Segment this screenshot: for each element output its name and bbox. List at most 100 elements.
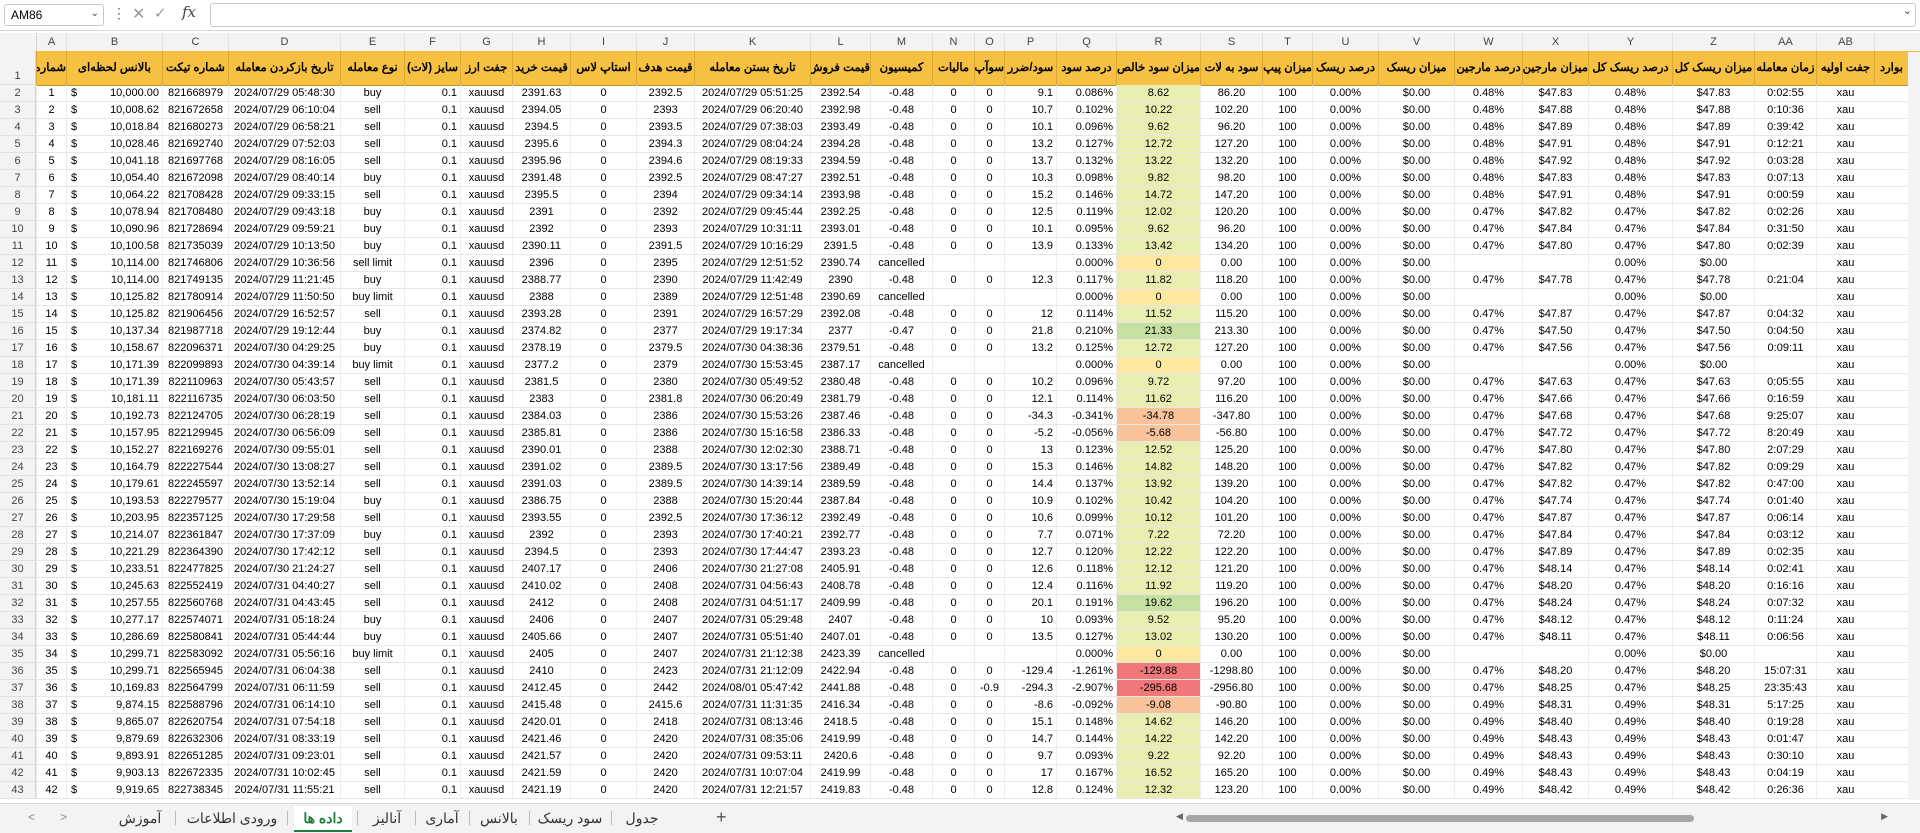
- table-cell[interactable]: 0.00%: [1312, 442, 1378, 458]
- table-cell[interactable]: 2024/07/31 08:35:06: [694, 731, 810, 747]
- table-cell[interactable]: 0.1: [404, 782, 460, 798]
- table-cell[interactable]: 0.146%: [1056, 187, 1116, 203]
- table-cell[interactable]: $47.83: [1672, 85, 1754, 101]
- table-cell[interactable]: -0.48: [870, 408, 932, 424]
- table-cell[interactable]: 2418.5: [810, 714, 870, 730]
- table-cell[interactable]: 0.133%: [1056, 238, 1116, 254]
- table-cell[interactable]: 0.116%: [1056, 578, 1116, 594]
- table-cell[interactable]: 0.00%: [1312, 170, 1378, 186]
- table-cell[interactable]: 2392.5: [636, 170, 694, 186]
- header-cell[interactable]: زمان معامله: [1754, 51, 1816, 85]
- table-cell[interactable]: 0.1: [404, 442, 460, 458]
- table-cell[interactable]: 0.132%: [1056, 153, 1116, 169]
- table-cell[interactable]: xau: [1816, 306, 1874, 322]
- table-cell[interactable]: 0.47%: [1588, 272, 1672, 288]
- table-cell[interactable]: $47.82: [1522, 459, 1588, 475]
- table-cell[interactable]: xau: [1816, 238, 1874, 254]
- table-cell[interactable]: 100: [1262, 442, 1312, 458]
- table-cell[interactable]: 0: [974, 102, 1004, 118]
- table-cell[interactable]: 13.5: [1004, 629, 1056, 645]
- table-cell[interactable]: 2024/07/31 06:04:38: [228, 663, 340, 679]
- table-cell[interactable]: 0: [570, 527, 636, 543]
- table-cell[interactable]: $47.63: [1672, 374, 1754, 390]
- sheet-tab[interactable]: آماری: [420, 806, 464, 830]
- table-cell[interactable]: 0.47%: [1588, 612, 1672, 628]
- table-cell[interactable]: 0.47%: [1588, 374, 1672, 390]
- table-cell[interactable]: 100: [1262, 731, 1312, 747]
- table-cell[interactable]: buy: [340, 170, 404, 186]
- table-cell[interactable]: 0.47%: [1588, 221, 1672, 237]
- table-cell[interactable]: 12.02: [1116, 204, 1200, 220]
- table-cell[interactable]: 2380.48: [810, 374, 870, 390]
- table-cell[interactable]: 2391: [636, 306, 694, 322]
- table-cell[interactable]: $47.89: [1672, 119, 1754, 135]
- sheet-tab[interactable]: سود ریسک: [534, 806, 606, 830]
- table-cell[interactable]: -0.48: [870, 544, 932, 560]
- table-cell[interactable]: xau: [1816, 119, 1874, 135]
- table-cell[interactable]: $0.00: [1378, 272, 1454, 288]
- table-cell[interactable]: -295.68: [1116, 680, 1200, 696]
- table-cell[interactable]: 0: [974, 306, 1004, 322]
- table-cell[interactable]: 21.33: [1116, 323, 1200, 339]
- plus-icon[interactable]: +: [716, 807, 727, 828]
- column-header-ab[interactable]: AB: [1816, 33, 1874, 51]
- table-cell[interactable]: 0: [570, 136, 636, 152]
- header-cell[interactable]: میزان سود خالص: [1116, 51, 1200, 85]
- table-cell[interactable]: 100: [1262, 612, 1312, 628]
- table-cell[interactable]: 0: [570, 646, 636, 662]
- table-cell[interactable]: 9.52: [1116, 612, 1200, 628]
- table-cell[interactable]: 2407.01: [810, 629, 870, 645]
- table-cell[interactable]: 20: [36, 408, 66, 424]
- table-cell[interactable]: 0: [570, 391, 636, 407]
- table-cell[interactable]: 2024/07/29 10:36:56: [228, 255, 340, 271]
- table-cell[interactable]: 0: [974, 459, 1004, 475]
- row-number[interactable]: 40: [0, 731, 36, 748]
- table-cell[interactable]: 0:47:00: [1754, 476, 1816, 492]
- table-cell[interactable]: 0: [932, 119, 974, 135]
- table-cell[interactable]: 0.1: [404, 680, 460, 696]
- table-cell[interactable]: $9,879.69: [66, 731, 162, 747]
- table-cell[interactable]: [974, 357, 1004, 373]
- table-cell[interactable]: 0.00%: [1312, 680, 1378, 696]
- table-cell[interactable]: 2393.55: [512, 510, 570, 526]
- table-cell[interactable]: $47.66: [1672, 391, 1754, 407]
- table-cell[interactable]: 0.1: [404, 255, 460, 271]
- table-cell[interactable]: 2024/07/30 15:53:45: [694, 357, 810, 373]
- table-cell[interactable]: 0.48%: [1588, 153, 1672, 169]
- table-cell[interactable]: 10.22: [1116, 102, 1200, 118]
- column-header-c[interactable]: C: [162, 33, 228, 51]
- sheet-tab[interactable]: آنالیز: [364, 806, 410, 830]
- table-cell[interactable]: 0.096%: [1056, 374, 1116, 390]
- table-cell[interactable]: $47.63: [1522, 374, 1588, 390]
- table-cell[interactable]: 821987718: [162, 323, 228, 339]
- table-cell[interactable]: xau: [1816, 680, 1874, 696]
- table-cell[interactable]: $10,245.63: [66, 578, 162, 594]
- table-cell[interactable]: 0.099%: [1056, 510, 1116, 526]
- column-header-l[interactable]: L: [810, 33, 870, 51]
- table-cell[interactable]: 822096371: [162, 340, 228, 356]
- table-cell[interactable]: 19.62: [1116, 595, 1200, 611]
- table-cell[interactable]: 0: [974, 578, 1004, 594]
- table-cell[interactable]: $48.20: [1672, 578, 1754, 594]
- table-cell[interactable]: -0.48: [870, 731, 932, 747]
- table-cell[interactable]: 2024/07/29 11:42:49: [694, 272, 810, 288]
- table-cell[interactable]: $10,090.96: [66, 221, 162, 237]
- table-cell[interactable]: sell: [340, 459, 404, 475]
- table-cell[interactable]: 2386: [636, 408, 694, 424]
- table-cell[interactable]: xau: [1816, 289, 1874, 305]
- table-cell[interactable]: 0.118%: [1056, 561, 1116, 577]
- table-cell[interactable]: 0.086%: [1056, 85, 1116, 101]
- table-cell[interactable]: 2388: [512, 289, 570, 305]
- table-cell[interactable]: $0.00: [1378, 782, 1454, 798]
- table-cell[interactable]: 2024/07/30 17:37:09: [228, 527, 340, 543]
- table-cell[interactable]: 0: [1116, 255, 1200, 271]
- table-cell[interactable]: -129.4: [1004, 663, 1056, 679]
- table-cell[interactable]: 822169276: [162, 442, 228, 458]
- table-cell[interactable]: 2392: [512, 527, 570, 543]
- table-cell[interactable]: 2379.51: [810, 340, 870, 356]
- table-cell[interactable]: $47.82: [1672, 204, 1754, 220]
- table-cell[interactable]: sell: [340, 187, 404, 203]
- column-header-n[interactable]: N: [932, 33, 974, 51]
- table-cell[interactable]: 12.6: [1004, 561, 1056, 577]
- table-cell[interactable]: xau: [1816, 782, 1874, 798]
